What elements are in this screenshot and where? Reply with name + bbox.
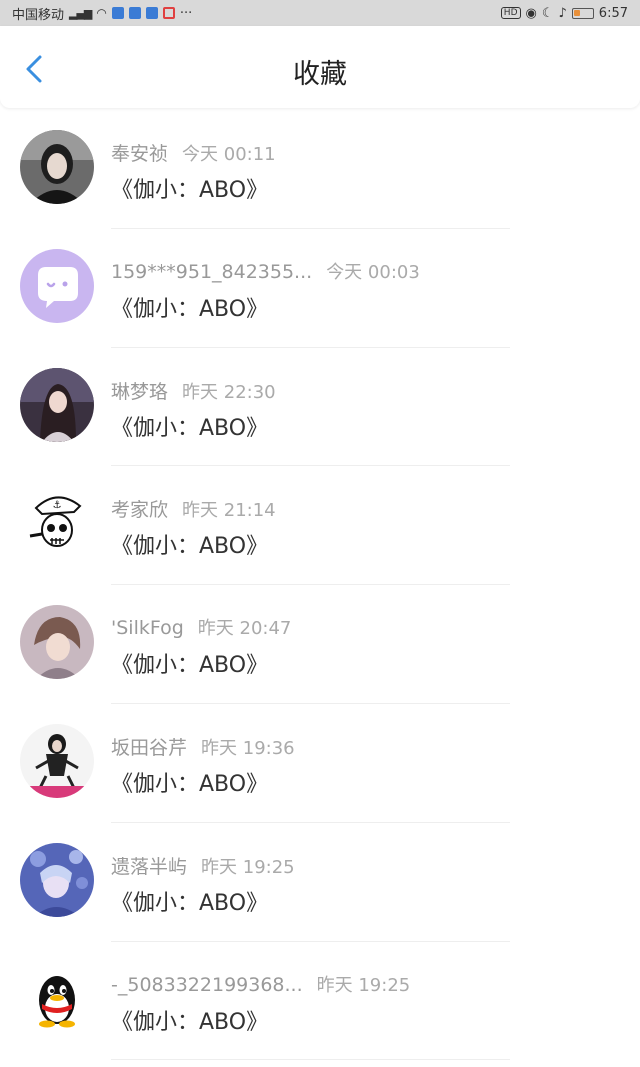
timestamp: 昨天 19:25 xyxy=(201,856,295,878)
more-notifications-icon: ··· xyxy=(179,5,193,21)
clock: 6:57 xyxy=(598,5,628,21)
timestamp: 昨天 22:30 xyxy=(182,381,276,403)
timestamp: 今天 00:03 xyxy=(326,261,420,283)
list-item[interactable]: 坂田谷芹 昨天 19:36 《伽小：ABO》 xyxy=(0,704,640,823)
favorites-list: 奉安祯 今天 00:11 《伽小：ABO》 159***951_842355...… xyxy=(0,110,640,1061)
favorite-title[interactable]: 《伽小：ABO》 xyxy=(111,528,268,560)
app-notification-icon xyxy=(128,7,141,19)
mute-icon: ♪ xyxy=(558,5,567,21)
avatar[interactable] xyxy=(20,130,94,204)
avatar[interactable] xyxy=(20,367,94,442)
app-notification-icon xyxy=(145,7,158,19)
list-item[interactable]: 159***951_842355... 今天 00:03 《伽小：ABO》 xyxy=(0,229,640,348)
divider xyxy=(111,1059,510,1061)
favorite-title[interactable]: 《伽小：ABO》 xyxy=(111,291,268,323)
list-item[interactable]: -_5083322199368... 昨天 19:25 《伽小：ABO》 xyxy=(0,942,640,1061)
item-meta: 坂田谷芹 昨天 19:36 xyxy=(111,733,295,760)
avatar[interactable] xyxy=(20,842,94,917)
user-name[interactable]: 遗落半屿 xyxy=(111,856,187,878)
status-left: 中国移动 ▂▄▆ ◠ ··· xyxy=(12,4,192,23)
list-item[interactable]: 'SilkFog 昨天 20:47 《伽小：ABO》 xyxy=(0,585,640,704)
avatar[interactable]: ⚓ xyxy=(20,486,94,561)
item-meta: 遗落半屿 昨天 19:25 xyxy=(111,852,295,879)
user-name[interactable]: 'SilkFog xyxy=(111,617,184,639)
timestamp: 昨天 20:47 xyxy=(197,618,292,640)
avatar[interactable] xyxy=(20,961,94,1036)
wifi-icon: ◠ xyxy=(96,6,107,20)
eye-icon: ◉ xyxy=(525,5,537,21)
item-meta: 奉安祯 今天 00:11 xyxy=(111,139,276,166)
avatar[interactable] xyxy=(20,248,94,323)
item-meta: -_5083322199368... 昨天 19:25 xyxy=(111,971,410,997)
nav-header: 收藏 xyxy=(0,26,640,108)
user-name[interactable]: 159***951_842355... xyxy=(111,261,312,283)
user-name[interactable]: 琳梦珞 xyxy=(111,381,168,403)
avatar[interactable] xyxy=(20,605,94,680)
favorite-title[interactable]: 《伽小：ABO》 xyxy=(111,647,268,679)
timestamp: 今天 00:11 xyxy=(182,144,276,165)
list-item[interactable]: 琳梦珞 昨天 22:30 《伽小：ABO》 xyxy=(0,348,640,467)
list-item[interactable]: 遗落半屿 昨天 19:25 《伽小：ABO》 xyxy=(0,823,640,942)
signal-icon: ▂▄▆ xyxy=(69,6,92,20)
timestamp: 昨天 19:25 xyxy=(316,974,411,996)
item-meta: 琳梦珞 昨天 22:30 xyxy=(111,377,276,404)
battery-icon xyxy=(571,7,594,19)
status-right: HD ◉ ☾ ♪ 6:57 xyxy=(500,5,628,21)
item-meta: 159***951_842355... 今天 00:03 xyxy=(111,258,420,284)
favorite-title[interactable]: 《伽小：ABO》 xyxy=(111,172,268,204)
hd-badge: HD xyxy=(500,7,521,19)
favorite-title[interactable]: 《伽小：ABO》 xyxy=(111,1004,268,1036)
carrier-label: 中国移动 xyxy=(12,7,65,23)
user-name[interactable]: 奉安祯 xyxy=(111,143,168,165)
favorite-title[interactable]: 《伽小：ABO》 xyxy=(111,766,268,798)
app-notification-icon xyxy=(111,7,124,19)
app-notification-icon xyxy=(162,7,175,19)
favorite-title[interactable]: 《伽小：ABO》 xyxy=(111,410,268,442)
avatar[interactable] xyxy=(20,723,94,798)
item-meta: 考家欣 昨天 21:14 xyxy=(111,495,276,522)
timestamp: 昨天 21:14 xyxy=(182,500,276,522)
timestamp: 昨天 19:36 xyxy=(201,737,295,759)
list-item[interactable]: ⚓ 考家欣 昨天 21:14 《伽小：ABO》 xyxy=(0,466,640,586)
favorite-title[interactable]: 《伽小：ABO》 xyxy=(111,885,268,917)
moon-icon: ☾ xyxy=(541,5,554,21)
user-name[interactable]: 考家欣 xyxy=(111,499,168,521)
user-name[interactable]: 坂田谷芹 xyxy=(111,737,187,759)
page-title: 收藏 xyxy=(293,59,347,90)
item-meta: 'SilkFog 昨天 20:47 xyxy=(111,614,291,640)
user-name[interactable]: -_5083322199368... xyxy=(111,974,303,996)
svg-text:⚓: ⚓ xyxy=(53,500,62,511)
list-item[interactable]: 奉安祯 今天 00:11 《伽小：ABO》 xyxy=(0,110,640,229)
status-bar: 中国移动 ▂▄▆ ◠ ··· HD ◉ ☾ ♪ 6:57 xyxy=(0,0,640,26)
